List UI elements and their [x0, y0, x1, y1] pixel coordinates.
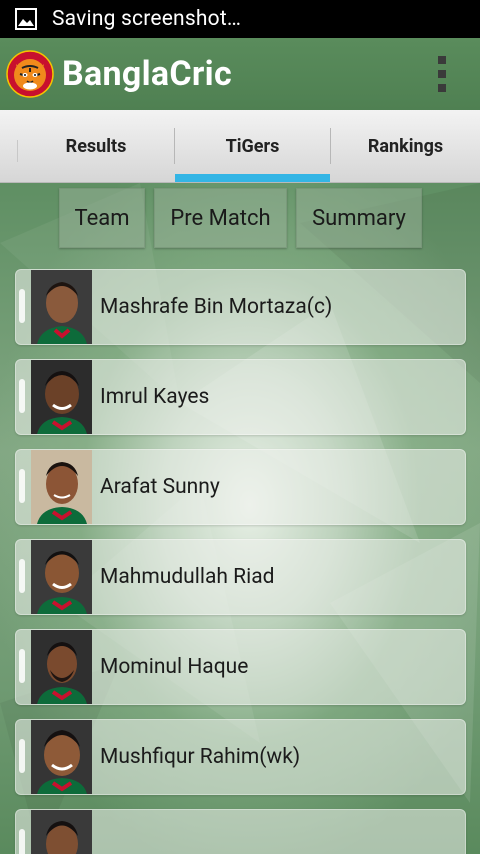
player-name: Mushfiqur Rahim(wk): [100, 745, 301, 769]
tab-tigers[interactable]: TiGers: [175, 110, 330, 182]
drag-handle: [19, 559, 25, 593]
player-name: Arafat Sunny: [100, 475, 220, 499]
player-name: Imrul Kayes: [100, 385, 210, 409]
drag-handle: [19, 739, 25, 773]
sub-button-row: Team Pre Match Summary: [0, 188, 480, 248]
player-card[interactable]: Arafat Sunny: [15, 449, 466, 525]
drag-handle: [19, 649, 25, 683]
player-photo: [31, 630, 92, 704]
status-bar: Saving screenshot…: [0, 0, 480, 38]
player-card[interactable]: Mahmudullah Riad: [15, 539, 466, 615]
content-area[interactable]: Team Pre Match Summary Mashrafe Bin Mort…: [0, 183, 480, 854]
player-photo: [31, 360, 92, 434]
drag-handle: [19, 379, 25, 413]
player-name: Mashrafe Bin Mortaza(c): [100, 295, 333, 319]
player-photo: [31, 270, 92, 344]
tab-rankings[interactable]: Rankings: [331, 110, 480, 182]
image-icon: [15, 8, 37, 30]
player-name: Mahmudullah Riad: [100, 565, 275, 589]
drag-handle: [19, 829, 25, 854]
player-photo: [31, 720, 92, 794]
player-photo: [31, 540, 92, 614]
selected-tab-indicator: [175, 174, 330, 182]
player-photo: [31, 810, 92, 854]
player-name: Mominul Haque: [100, 655, 249, 679]
player-photo: [31, 450, 92, 524]
player-card[interactable]: Mominul Haque: [15, 629, 466, 705]
player-card[interactable]: [15, 809, 466, 854]
team-button[interactable]: Team: [59, 188, 145, 248]
player-card[interactable]: Mushfiqur Rahim(wk): [15, 719, 466, 795]
summary-button[interactable]: Summary: [296, 188, 422, 248]
pre-match-button[interactable]: Pre Match: [154, 188, 287, 248]
tab-bar: Results TiGers Rankings: [0, 110, 480, 183]
notification-text: Saving screenshot…: [52, 7, 242, 31]
tab-results[interactable]: Results: [18, 110, 174, 182]
tiger-logo-icon[interactable]: [6, 50, 54, 98]
drag-handle: [19, 469, 25, 503]
app-title: BanglaCric: [62, 54, 232, 94]
player-card[interactable]: Mashrafe Bin Mortaza(c): [15, 269, 466, 345]
drag-handle: [19, 289, 25, 323]
player-card[interactable]: Imrul Kayes: [15, 359, 466, 435]
action-bar: BanglaCric: [0, 38, 480, 110]
overflow-menu-icon[interactable]: [434, 56, 450, 92]
